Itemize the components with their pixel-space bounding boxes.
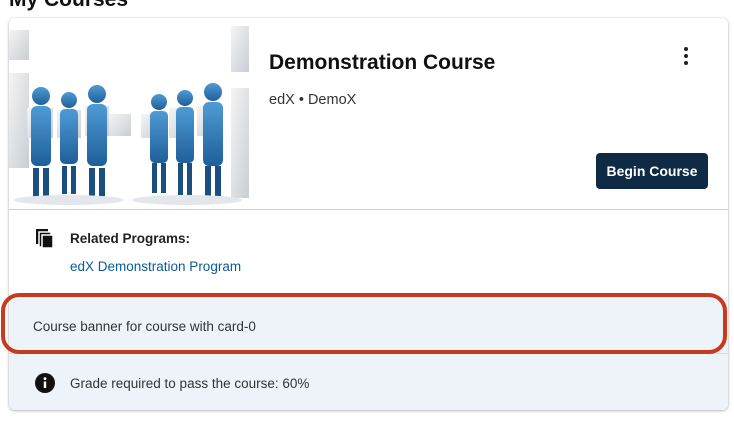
teamwork-puzzle-illustration xyxy=(9,18,249,209)
card-divider xyxy=(9,209,728,210)
programs-icon xyxy=(36,229,54,249)
course-card: Demonstration Course edX • DemoX Begin C… xyxy=(9,18,728,410)
related-program-link[interactable]: edX Demonstration Program xyxy=(70,259,241,274)
kebab-menu-icon xyxy=(684,47,688,51)
course-provider: edX xyxy=(269,92,295,108)
course-title[interactable]: Demonstration Course xyxy=(269,50,495,76)
course-card-header: Demonstration Course edX • DemoX Begin C… xyxy=(9,18,728,209)
grade-requirement-text: Grade required to pass the course: 60% xyxy=(70,376,310,391)
meta-separator: • xyxy=(298,92,304,108)
course-meta: edX • DemoX xyxy=(269,91,356,109)
course-actions-menu-button[interactable] xyxy=(672,42,700,70)
info-icon xyxy=(35,373,55,393)
begin-course-button[interactable]: Begin Course xyxy=(596,153,708,189)
related-programs-label: Related Programs: xyxy=(70,231,191,246)
course-banner-text: Course banner for course with card-0 xyxy=(33,319,256,334)
course-number: DemoX xyxy=(307,92,357,108)
page-title: My Courses xyxy=(9,0,128,12)
course-image[interactable] xyxy=(9,18,249,209)
